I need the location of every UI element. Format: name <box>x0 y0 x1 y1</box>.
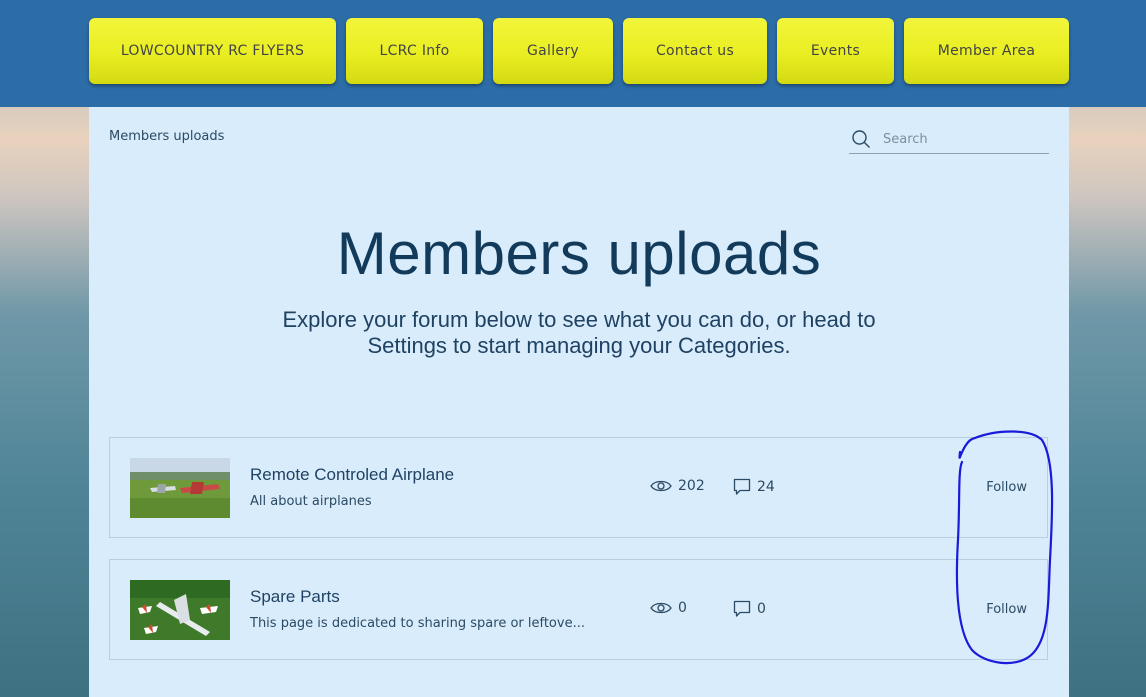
comments-count: 0 <box>733 600 766 618</box>
nav-member-area-button[interactable]: Member Area <box>904 18 1069 84</box>
category-thumbnail[interactable] <box>130 580 230 640</box>
search-bar[interactable] <box>849 125 1049 154</box>
category-name[interactable]: Spare Parts <box>250 587 340 607</box>
comment-icon <box>733 478 751 495</box>
eye-icon <box>650 602 672 614</box>
eye-icon <box>650 480 672 492</box>
nav-gallery-button[interactable]: Gallery <box>493 18 613 84</box>
category-description: All about airplanes <box>250 494 372 509</box>
comments-value: 24 <box>757 479 775 495</box>
category-card[interactable]: Remote Controled Airplane All about airp… <box>109 437 1048 538</box>
airplane-photo-icon <box>130 458 230 518</box>
page-title: Members uploads <box>336 220 822 287</box>
page-subtitle: Explore your forum below to see what you… <box>282 307 876 358</box>
search-icon <box>852 130 870 148</box>
comments-count: 24 <box>733 478 775 496</box>
category-name[interactable]: Remote Controled Airplane <box>250 465 454 485</box>
category-card[interactable]: Spare Parts This page is dedicated to sh… <box>109 559 1048 660</box>
views-value: 202 <box>678 478 705 494</box>
views-count: 202 <box>650 478 705 494</box>
category-thumbnail[interactable] <box>130 458 230 518</box>
follow-button[interactable]: Follow <box>986 480 1027 495</box>
nav-lcrc-info-button[interactable]: LCRC Info <box>346 18 483 84</box>
search-input[interactable] <box>881 130 1045 148</box>
airplanes-on-grass-photo-icon <box>130 580 230 640</box>
views-count: 0 <box>650 600 687 616</box>
follow-button[interactable]: Follow <box>986 602 1027 617</box>
nav-contact-button[interactable]: Contact us <box>623 18 767 84</box>
nav-events-button[interactable]: Events <box>777 18 894 84</box>
comment-icon <box>733 600 751 617</box>
comments-value: 0 <box>757 601 766 617</box>
category-description: This page is dedicated to sharing spare … <box>250 616 585 631</box>
top-nav-bar: LOWCOUNTRY RC FLYERS LCRC Info Gallery C… <box>0 0 1146 107</box>
nav-home-button[interactable]: LOWCOUNTRY RC FLYERS <box>89 18 336 84</box>
forum-panel: Members uploads Members uploads Explore … <box>89 107 1069 697</box>
breadcrumb[interactable]: Members uploads <box>109 129 224 144</box>
views-value: 0 <box>678 600 687 616</box>
